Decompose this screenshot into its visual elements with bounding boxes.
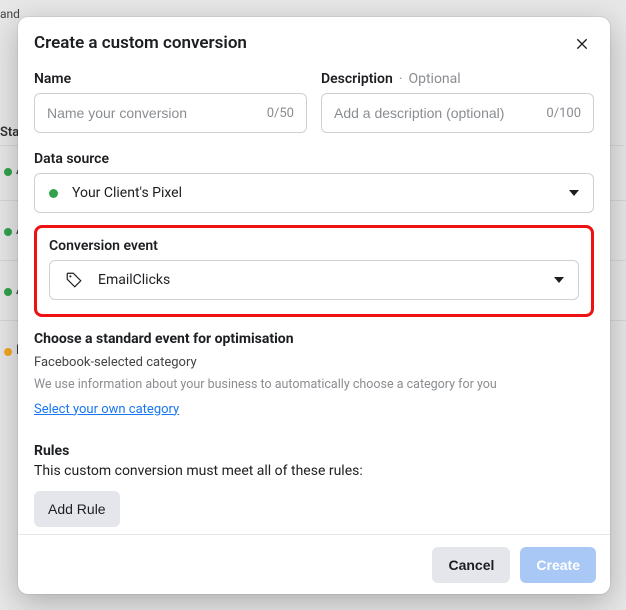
- conversion-event-label: Conversion event: [49, 238, 579, 254]
- rules-title: Rules: [34, 443, 594, 459]
- background-text: and: [0, 7, 20, 21]
- modal-title: Create a custom conversion: [34, 33, 247, 53]
- data-source-value: Your Client's Pixel: [72, 185, 182, 201]
- rules-description: This custom conversion must meet all of …: [34, 463, 594, 479]
- conversion-event-select[interactable]: EmailClicks: [49, 260, 579, 300]
- description-optional: Optional: [408, 71, 460, 87]
- description-input-wrap: 0/100: [321, 93, 594, 133]
- data-source-select[interactable]: Your Client's Pixel: [34, 173, 594, 213]
- name-input[interactable]: [47, 105, 259, 121]
- data-source-label: Data source: [34, 151, 594, 167]
- close-button[interactable]: [570, 31, 594, 55]
- cancel-button[interactable]: Cancel: [432, 547, 510, 583]
- description-label: Description: [321, 71, 393, 87]
- chevron-down-icon: [569, 190, 579, 196]
- close-icon: [574, 35, 590, 51]
- create-button[interactable]: Create: [520, 547, 596, 583]
- custom-conversion-modal: Create a custom conversion Name 0/50 Des…: [18, 17, 610, 594]
- optimisation-subtitle: Facebook-selected category: [34, 355, 594, 370]
- chevron-down-icon: [554, 277, 564, 283]
- name-counter: 0/50: [267, 106, 294, 121]
- status-dot-icon: [49, 189, 58, 198]
- tag-icon: [64, 270, 84, 290]
- conversion-event-value: EmailClicks: [98, 272, 170, 288]
- name-label: Name: [34, 71, 307, 87]
- name-input-wrap: 0/50: [34, 93, 307, 133]
- select-category-link[interactable]: Select your own category: [34, 402, 179, 417]
- description-counter: 0/100: [546, 106, 581, 121]
- optimisation-title: Choose a standard event for optimisation: [34, 331, 594, 347]
- background-column-header: Sta: [0, 125, 19, 140]
- conversion-event-highlight: Conversion event EmailClicks: [34, 225, 594, 317]
- add-rule-button[interactable]: Add Rule: [34, 491, 120, 527]
- description-input[interactable]: [334, 105, 538, 121]
- modal-footer: Cancel Create: [18, 534, 610, 594]
- optimisation-help: We use information about your business t…: [34, 376, 594, 394]
